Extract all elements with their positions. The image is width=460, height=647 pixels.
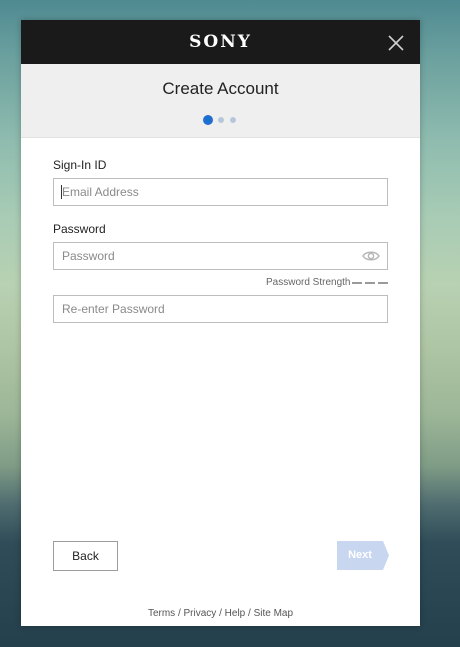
site-map-link[interactable]: Site Map [254, 608, 293, 619]
step-indicator [218, 117, 224, 123]
step-indicator-active [203, 115, 213, 125]
reenter-password-placeholder: Re-enter Password [62, 302, 165, 316]
privacy-link[interactable]: Privacy [184, 608, 217, 619]
create-account-dialog: SONY Create Account Sign-In ID Email Add… [21, 20, 420, 626]
strength-bar-segment [378, 282, 388, 284]
top-bar: SONY [21, 20, 420, 64]
password-field[interactable]: Password [53, 242, 388, 270]
email-field[interactable]: Email Address [53, 178, 388, 206]
footer-links: Terms / Privacy / Help / Site Map [21, 608, 420, 619]
footer-separator: / [248, 608, 251, 619]
reenter-password-field[interactable]: Re-enter Password [53, 295, 388, 323]
step-indicator [230, 117, 236, 123]
footer-separator: / [177, 608, 181, 619]
strength-bar-segment [352, 282, 362, 284]
dialog-header: Create Account [21, 64, 420, 138]
sony-logo: SONY [189, 32, 252, 52]
signin-id-label: Sign-In ID [53, 158, 107, 172]
password-strength-label: Password Strength [266, 277, 351, 288]
footer-separator: / [219, 608, 222, 619]
eye-icon[interactable] [362, 249, 380, 263]
next-label: Next [348, 549, 372, 561]
email-placeholder: Email Address [62, 185, 139, 199]
close-button[interactable] [385, 32, 407, 54]
close-icon [388, 35, 404, 51]
strength-bar-segment [365, 282, 375, 284]
terms-link[interactable]: Terms [148, 608, 175, 619]
help-link[interactable]: Help [225, 608, 246, 619]
password-label: Password [53, 222, 106, 236]
back-button[interactable]: Back [53, 541, 118, 571]
password-placeholder: Password [62, 249, 115, 263]
next-button[interactable]: Next [337, 541, 389, 570]
page-title: Create Account [162, 79, 279, 98]
